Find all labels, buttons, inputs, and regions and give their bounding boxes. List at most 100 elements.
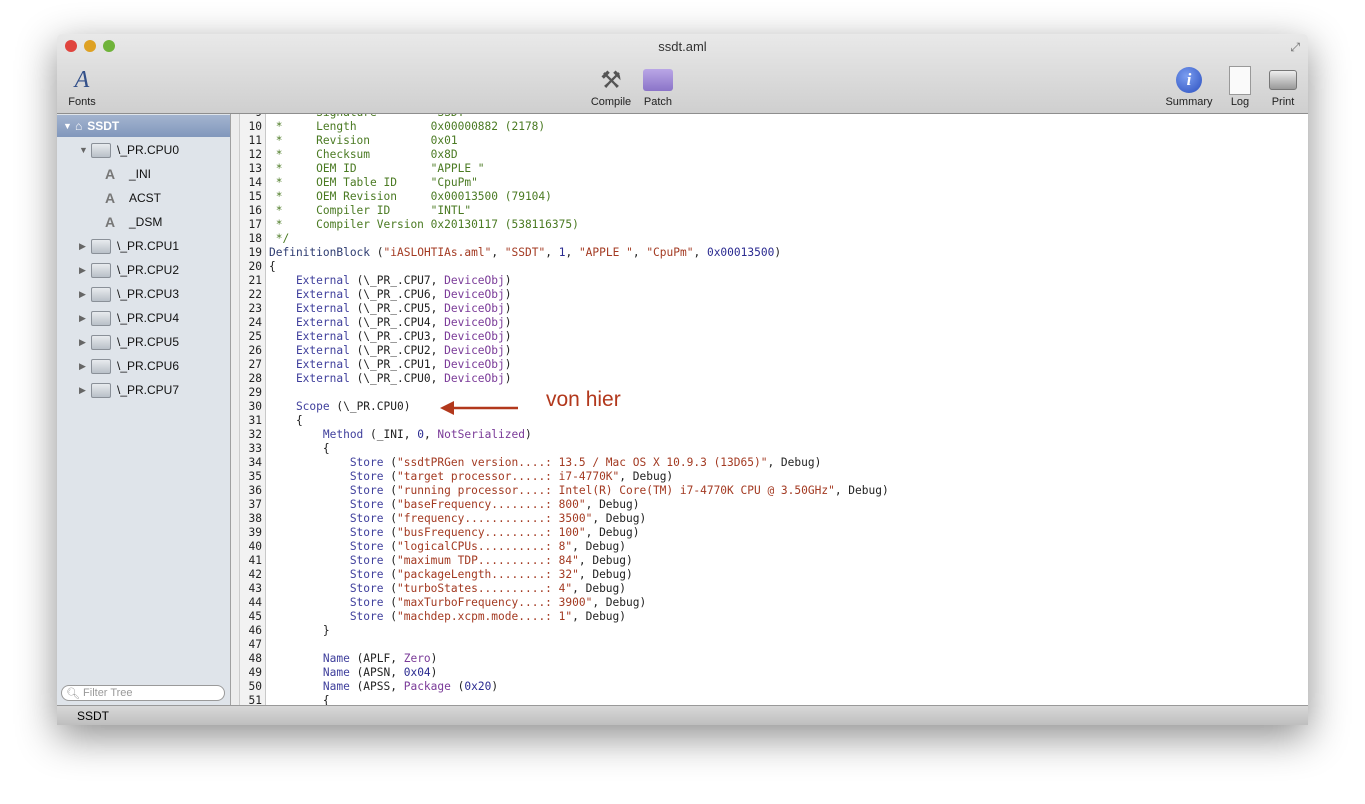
code-line: 48 Name (APLF, Zero)	[240, 652, 889, 666]
disclosure-triangle-icon[interactable]: ▶	[79, 361, 91, 372]
line-number: 51	[248, 694, 262, 705]
line-number: 41	[248, 554, 262, 567]
code-token: )	[504, 330, 512, 343]
code-token: )	[524, 428, 532, 441]
line-number: 10	[248, 120, 262, 133]
tree-item[interactable]: ▶ \_PR.CPU4	[57, 307, 230, 329]
code-token: "running processor....: Intel(R) Core(TM…	[397, 484, 835, 497]
tree-item[interactable]: ▶ \_PR.CPU1	[57, 235, 230, 257]
code-line: 17 * Compiler Version 0x20130117 (538116…	[240, 218, 889, 232]
code-token: External	[269, 288, 350, 301]
line-number: 11	[248, 134, 262, 147]
code-token: DeviceObj	[444, 330, 505, 343]
disclosure-triangle-icon[interactable]: ▶	[79, 289, 91, 300]
tree-item-label: \_PR.CPU3	[117, 287, 180, 301]
code-token: {	[269, 694, 330, 705]
code-token: "APPLE "	[578, 246, 633, 259]
code-token: (\_PR_.CPU7,	[349, 274, 445, 287]
patch-button[interactable]: Patch	[637, 64, 679, 108]
log-button[interactable]: Log	[1225, 64, 1255, 108]
tree-item[interactable]: A ACST	[57, 187, 230, 209]
disclosure-triangle-icon[interactable]: ▶	[79, 241, 91, 252]
line-number: 33	[248, 442, 262, 455]
tree-root-label: SSDT	[87, 119, 120, 133]
tree-item[interactable]: ▶ \_PR.CPU3	[57, 283, 230, 305]
fonts-button[interactable]: A Fonts	[65, 64, 99, 109]
print-button[interactable]: Print	[1267, 64, 1299, 108]
code-token: Store	[269, 596, 384, 609]
tree-root-ssdt[interactable]: ▼ ⌂ SSDT	[57, 115, 230, 137]
code-line: 12 * Checksum 0x8D	[240, 148, 889, 162]
line-number: 42	[248, 568, 262, 581]
line-number: 19	[248, 246, 262, 259]
tree-item[interactable]: A _INI	[57, 163, 230, 185]
tree-item-label: \_PR.CPU4	[117, 311, 180, 325]
code-token: (	[383, 498, 397, 511]
code-token: {	[269, 414, 303, 427]
compile-button[interactable]: ⚒ Compile	[587, 64, 635, 109]
code-token: DeviceObj	[444, 344, 505, 357]
summary-button[interactable]: i Summary	[1163, 64, 1215, 108]
split-view-divider[interactable]	[231, 114, 240, 705]
code-line: 46 }	[240, 624, 889, 638]
code-token: External	[269, 330, 350, 343]
fullscreen-icon[interactable]: ⤢	[1290, 40, 1300, 55]
annotation-arrow	[440, 401, 518, 415]
printer-icon	[1267, 64, 1299, 96]
tree-item-label: _DSM	[129, 215, 163, 229]
code-token: "busFrequency.........: 100"	[397, 526, 586, 539]
tree-item-label: \_PR.CPU6	[117, 359, 180, 373]
tree-item[interactable]: ▼ \_PR.CPU0	[57, 139, 230, 161]
code-token: ,	[423, 428, 438, 441]
tree-item[interactable]: ▶ \_PR.CPU6	[57, 355, 230, 377]
title-bar: ssdt.aml ⤢ A Fonts ⚒ Compile Patch i Summar…	[57, 34, 1308, 114]
code-token: , Debug)	[585, 526, 640, 539]
line-number: 28	[248, 372, 262, 385]
folder-icon	[91, 358, 111, 374]
window-title: ssdt.aml	[658, 39, 707, 54]
code-token: "packageLength........: 32"	[397, 568, 579, 581]
code-token: (	[383, 568, 397, 581]
line-number: 29	[248, 386, 262, 399]
disclosure-triangle-icon[interactable]: ▼	[63, 121, 75, 131]
tree-item[interactable]: ▶ \_PR.CPU5	[57, 331, 230, 353]
code-token: External	[269, 274, 350, 287]
line-number: 49	[248, 666, 262, 679]
disclosure-triangle-icon[interactable]: ▶	[79, 265, 91, 276]
disclosure-triangle-icon[interactable]: ▶	[79, 385, 91, 396]
tree-item[interactable]: ▶ \_PR.CPU7	[57, 379, 230, 401]
line-number: 47	[248, 638, 262, 651]
code-token: (_INI,	[363, 428, 418, 441]
code-token: "machdep.xcpm.mode....: 1"	[397, 610, 573, 623]
tree-item[interactable]: ▶ \_PR.CPU2	[57, 259, 230, 281]
disclosure-triangle-icon[interactable]: ▼	[79, 145, 91, 155]
code-token: * Compiler Version 0x20130117 (538116375…	[269, 218, 579, 231]
code-token: (\_PR_.CPU2,	[349, 344, 445, 357]
code-token: "baseFrequency........: 800"	[397, 498, 586, 511]
disclosure-triangle-icon[interactable]: ▶	[79, 313, 91, 324]
disclosure-triangle-icon[interactable]: ▶	[79, 337, 91, 348]
code-token: * Compiler ID "INTL"	[269, 204, 472, 217]
code-editor[interactable]: 9 * Signature "SSDT"10 * Length 0x000008…	[240, 114, 1308, 705]
code-token: (\_PR_.CPU3,	[349, 330, 445, 343]
code-line: 27 External (\_PR_.CPU1, DeviceObj)	[240, 358, 889, 372]
code-token: (	[383, 456, 397, 469]
line-number: 38	[248, 512, 262, 525]
code-token: , Debug)	[572, 540, 627, 553]
tree-item[interactable]: A _DSM	[57, 211, 230, 233]
code-token: , Debug)	[592, 596, 647, 609]
home-icon: ⌂	[75, 119, 83, 133]
status-text: SSDT	[77, 709, 110, 723]
code-token: )	[504, 302, 512, 315]
tree-item-label: \_PR.CPU2	[117, 263, 180, 277]
code-line: 50 Name (APSS, Package (0x20)	[240, 680, 889, 694]
code-token: Zero	[403, 652, 431, 665]
code-line: 23 External (\_PR_.CPU5, DeviceObj)	[240, 302, 889, 316]
line-number: 20	[248, 260, 262, 273]
line-number: 40	[248, 540, 262, 553]
code-token: (APLF,	[349, 652, 404, 665]
code-line: 11 * Revision 0x01	[240, 134, 889, 148]
filter-tree-input[interactable]: 🔍︎ Filter Tree	[61, 685, 225, 701]
code-token: 0x20	[464, 680, 492, 693]
code-token: (\_PR_.CPU1,	[349, 358, 445, 371]
